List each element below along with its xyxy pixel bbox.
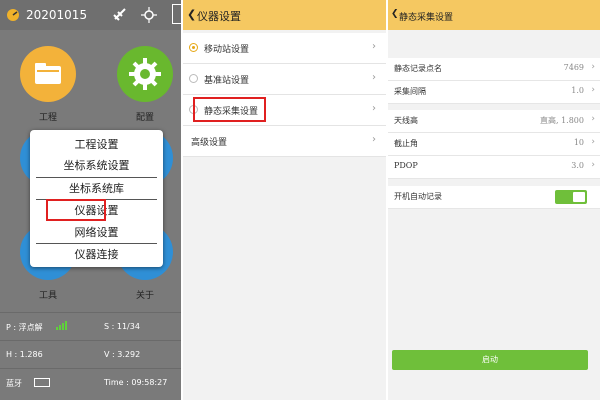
highlight-box xyxy=(46,199,106,221)
static-collection-screen: ❮ 静态采集设置 静态记录点名 7469 › 采集间隔 1.0 › 天线高 直高… xyxy=(388,0,600,400)
folder-icon xyxy=(35,63,61,84)
auto-record-toggle[interactable] xyxy=(555,190,587,204)
row-antenna-height[interactable]: 天线高 直高, 1.800 › xyxy=(388,110,600,133)
battery-icon xyxy=(172,4,181,24)
menu-item-project-settings[interactable]: 工程设置 xyxy=(30,134,163,156)
row-value: 7469 xyxy=(563,63,584,72)
chevron-right-icon: › xyxy=(591,160,595,170)
row-label: 采集间隔 xyxy=(394,87,426,96)
row-point-name[interactable]: 静态记录点名 7469 › xyxy=(388,58,600,81)
antenna-icon[interactable] xyxy=(140,6,158,24)
grid-label-about: 关于 xyxy=(135,291,154,301)
row-label: 静态记录点名 xyxy=(394,64,442,73)
radio-icon[interactable] xyxy=(189,74,198,83)
row-base-settings[interactable]: 基准站设置 › xyxy=(183,64,386,95)
menu-item-network-settings[interactable]: 网络设置 xyxy=(30,222,163,244)
project-button[interactable] xyxy=(20,46,76,102)
chevron-right-icon: › xyxy=(372,41,376,52)
radio-selected-icon[interactable] xyxy=(189,43,198,52)
status-divider xyxy=(0,368,181,369)
row-advanced-settings[interactable]: 高级设置 › xyxy=(183,126,386,157)
menu-item-instrument-connect[interactable]: 仪器连接 xyxy=(30,244,163,266)
row-label: 高级设置 xyxy=(191,138,228,148)
status-divider xyxy=(0,312,181,313)
battery-icon xyxy=(34,378,50,387)
row-label: 基准站设置 xyxy=(204,76,250,86)
start-button[interactable]: 启动 xyxy=(392,350,588,370)
satellite-icon[interactable] xyxy=(112,6,128,22)
chevron-right-icon: › xyxy=(591,137,595,147)
status-bar: 20201015 xyxy=(0,0,181,30)
bluetooth-label: 蓝牙 xyxy=(6,379,22,388)
row-value: 3.0 xyxy=(571,161,584,170)
row-label: 开机自动记录 xyxy=(394,192,442,201)
row-auto-record: 开机自动记录 xyxy=(388,186,600,209)
page-title: 仪器设置 xyxy=(197,10,241,23)
date-label: 20201015 xyxy=(26,8,88,22)
chevron-right-icon: › xyxy=(372,134,376,145)
chevron-right-icon: › xyxy=(591,114,595,124)
back-icon[interactable]: ❮ xyxy=(391,9,399,19)
toggle-knob xyxy=(573,192,585,202)
grid-label-project: 工程 xyxy=(38,113,57,123)
h-precision: H : 1.286 xyxy=(6,350,43,359)
row-value: 直高, 1.800 xyxy=(540,116,584,125)
row-label: 截止角 xyxy=(394,139,418,148)
row-pdop[interactable]: PDOP 3.0 › xyxy=(388,156,600,179)
row-value: 1.0 xyxy=(571,86,584,95)
signal-icon xyxy=(56,321,67,330)
menu-item-coord-system-library[interactable]: 坐标系统库 xyxy=(30,178,163,200)
time-label: Time : 09:58:27 xyxy=(104,378,168,387)
back-icon[interactable]: ❮ xyxy=(187,8,196,21)
instrument-settings-screen: ❮ 仪器设置 移动站设置 › 基准站设置 › 静态采集设置 › 高级设置 › xyxy=(183,0,386,400)
row-label: PDOP xyxy=(394,161,418,170)
row-value: 10 xyxy=(573,138,584,147)
gear-icon xyxy=(129,58,161,90)
menu-item-coord-system-settings[interactable]: 坐标系统设置 xyxy=(30,155,163,177)
dashboard-icon xyxy=(7,9,19,21)
v-precision: V : 3.292 xyxy=(104,350,141,359)
header-bar: ❮ 静态采集设置 xyxy=(388,0,600,30)
status-divider xyxy=(0,340,181,341)
chevron-right-icon: › xyxy=(372,103,376,114)
grid-label-config: 配置 xyxy=(135,113,154,123)
row-rover-settings[interactable]: 移动站设置 › xyxy=(183,33,386,64)
grid-label-tools: 工具 xyxy=(38,291,57,301)
chevron-right-icon: › xyxy=(372,72,376,83)
highlight-box xyxy=(193,97,266,122)
satellite-count: S : 11/34 xyxy=(104,322,140,331)
position-status: P : 浮点解 xyxy=(6,323,43,332)
header-bar: ❮ 仪器设置 xyxy=(183,0,386,30)
page-title: 静态采集设置 xyxy=(399,13,454,23)
row-label: 天线高 xyxy=(394,116,418,125)
chevron-right-icon: › xyxy=(591,62,595,72)
row-label: 移动站设置 xyxy=(204,45,250,55)
row-cutoff-angle[interactable]: 截止角 10 › xyxy=(388,133,600,156)
main-menu-screen: 20201015 工程 配置 工具 关于 工程设置 坐标系统设置 坐标系统库 仪… xyxy=(0,0,181,400)
chevron-right-icon: › xyxy=(591,85,595,95)
config-button[interactable] xyxy=(117,46,173,102)
row-interval[interactable]: 采集间隔 1.0 › xyxy=(388,81,600,104)
